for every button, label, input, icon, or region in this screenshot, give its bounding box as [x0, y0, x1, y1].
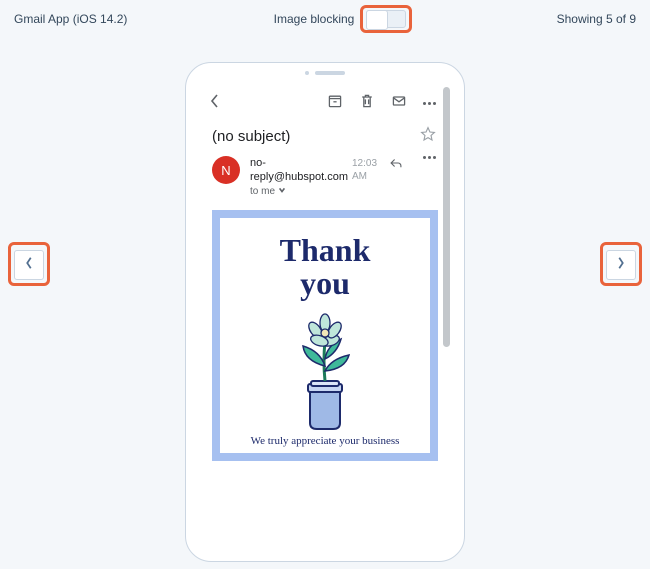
preview-topbar: Gmail App (iOS 14.2) Image blocking Show…	[0, 0, 650, 34]
chevron-left-icon	[210, 96, 220, 113]
chevron-down-icon	[278, 185, 286, 198]
device-screen: (no subject) N no-reply@hubspot.com 12:0…	[198, 83, 452, 549]
archive-icon[interactable]	[327, 93, 343, 114]
preview-counter: Showing 5 of 9	[557, 12, 636, 26]
email-tagline: We truly appreciate your business	[228, 435, 422, 447]
email-subject: (no subject)	[212, 128, 290, 145]
scrollbar[interactable]	[443, 87, 450, 347]
back-button[interactable]	[210, 93, 220, 114]
mail-icon[interactable]	[391, 93, 407, 114]
email-body: Thank you	[212, 210, 438, 461]
reply-icon[interactable]	[389, 156, 403, 173]
recipient-dropdown[interactable]: to me	[250, 185, 379, 198]
message-more-icon[interactable]	[423, 156, 436, 159]
next-client-button[interactable]	[606, 250, 636, 280]
flower-illustration-icon	[228, 311, 422, 431]
device-speaker-decoration	[305, 71, 345, 75]
sent-time: 12:03 AM	[352, 157, 379, 183]
chevron-left-icon	[24, 256, 34, 275]
trash-icon[interactable]	[359, 93, 375, 114]
star-icon[interactable]	[420, 126, 436, 146]
image-blocking-label: Image blocking	[274, 12, 355, 26]
image-blocking-toggle[interactable]	[366, 10, 406, 28]
chevron-right-icon	[616, 256, 626, 275]
device-frame: (no subject) N no-reply@hubspot.com 12:0…	[185, 62, 465, 562]
more-menu-icon[interactable]	[423, 102, 436, 105]
recipient-label: to me	[250, 185, 275, 198]
heading-line-2: you	[228, 267, 422, 301]
previous-client-button[interactable]	[14, 250, 44, 280]
avatar: N	[212, 156, 240, 184]
sender-address: no-reply@hubspot.com	[250, 156, 348, 185]
email-client-label: Gmail App (iOS 14.2)	[14, 12, 127, 26]
gmail-action-bar	[198, 83, 452, 118]
heading-line-1: Thank	[228, 234, 422, 268]
